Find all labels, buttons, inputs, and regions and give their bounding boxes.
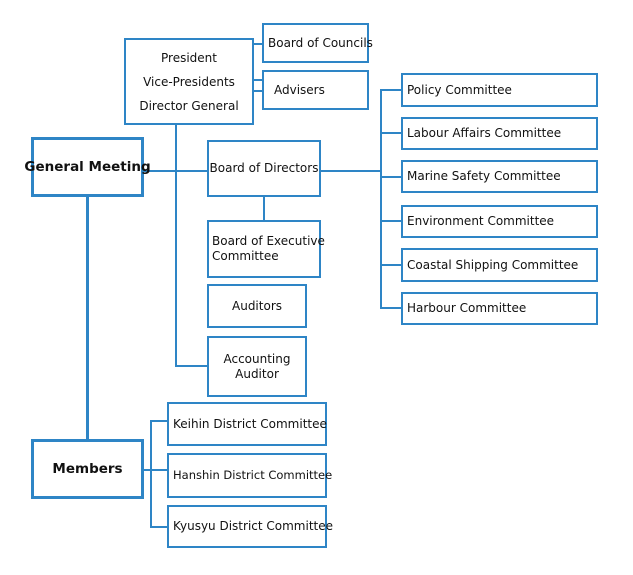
kyusyu-district-committee-label: Kyusyu District Committee <box>173 519 334 533</box>
board-of-directors-to-executive <box>263 196 265 221</box>
marine-safety-committee-box: Marine Safety Committee <box>401 160 598 193</box>
to-hanshin <box>150 469 168 471</box>
environment-committee-label: Environment Committee <box>407 214 555 228</box>
to-environment <box>380 220 402 222</box>
labour-affairs-committee-label: Labour Affairs Committee <box>407 126 562 140</box>
to-marine <box>380 176 402 178</box>
board-of-directors-box: Board of Directors <box>207 140 321 197</box>
labour-affairs-committee-box: Labour Affairs Committee <box>401 117 598 150</box>
environment-committee-box: Environment Committee <box>401 205 598 238</box>
to-labour <box>380 132 402 134</box>
marine-safety-committee-label: Marine Safety Committee <box>407 169 561 183</box>
coastal-shipping-committee-label: Coastal Shipping Committee <box>407 257 579 272</box>
board-of-executive-label-line2: Committee <box>212 249 279 263</box>
board-of-councils-box: Board of Councils <box>262 23 373 63</box>
districts-vertical <box>150 420 152 528</box>
auditors-box: Auditors <box>207 284 307 328</box>
general-meeting-label: General Meeting <box>24 158 151 175</box>
policy-committee-label: Policy Committee <box>407 82 512 97</box>
auditors-label: Auditors <box>232 298 282 313</box>
kyusyu-district-committee-box: Kyusyu District Committee <box>167 505 333 548</box>
coastal-shipping-committee-box: Coastal Shipping Committee <box>401 248 598 282</box>
advisers-box: Advisers <box>262 70 369 110</box>
board-of-directors-to-committees <box>320 170 381 172</box>
advisers-label: Advisers <box>274 82 325 97</box>
accounting-auditor-label-line2: Auditor <box>235 366 279 381</box>
keihin-district-committee-label: Keihin District Committee <box>173 416 327 431</box>
members-label: Members <box>52 460 123 477</box>
org-chart: President Vice-Presidents Director Gener… <box>0 0 633 575</box>
committees-vertical <box>380 89 382 309</box>
to-coastal <box>380 264 402 266</box>
general-meeting-to-board-of-directors <box>143 170 208 172</box>
board-of-executive-committee-box: Board of Executive Committee <box>207 220 325 278</box>
director-general-label: Director General <box>139 98 239 113</box>
policy-committee-box: Policy Committee <box>401 73 598 107</box>
board-of-councils-label: Board of Councils <box>268 35 373 50</box>
to-harbour <box>380 307 402 309</box>
executives-down-line <box>175 124 177 367</box>
to-accounting-auditor <box>175 365 208 367</box>
to-policy <box>380 89 402 91</box>
executives-box: President Vice-Presidents Director Gener… <box>124 38 254 125</box>
keihin-district-committee-box: Keihin District Committee <box>167 402 327 446</box>
harbour-committee-box: Harbour Committee <box>401 292 598 325</box>
accounting-auditor-label-line1: Accounting <box>223 351 291 366</box>
harbour-committee-label: Harbour Committee <box>407 301 527 315</box>
to-keihin <box>150 420 168 422</box>
board-of-executive-label-line1: Board of Executive <box>212 234 325 248</box>
accounting-auditor-box: Accounting Auditor <box>207 336 307 397</box>
general-meeting-to-members <box>86 196 89 440</box>
hanshin-district-committee-label: Hanshin District Committee <box>173 468 333 482</box>
members-box: Members <box>31 439 144 499</box>
board-of-directors-label: Board of Directors <box>209 161 319 175</box>
vice-presidents-label: Vice-Presidents <box>143 74 235 89</box>
general-meeting-box: General Meeting <box>24 137 151 197</box>
president-label: President <box>161 50 217 65</box>
to-kyusyu <box>150 526 168 528</box>
hanshin-district-committee-box: Hanshin District Committee <box>167 453 332 498</box>
